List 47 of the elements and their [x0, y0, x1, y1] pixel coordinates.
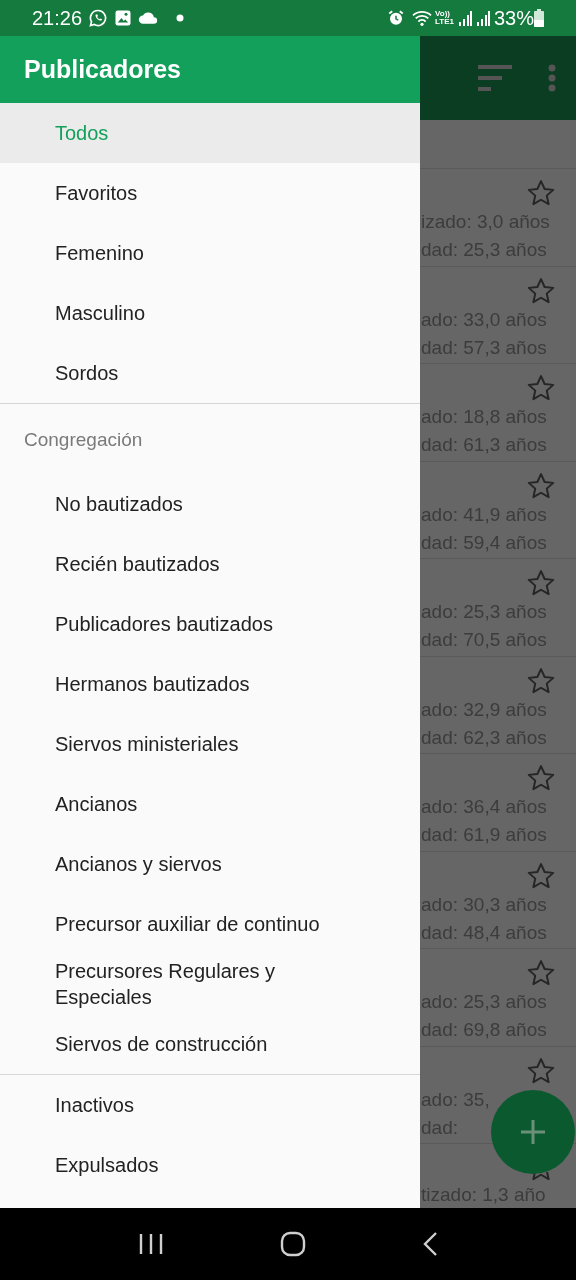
- star-icon[interactable]: [526, 665, 556, 696]
- plus-icon: [520, 1119, 546, 1145]
- recents-icon[interactable]: [138, 1232, 164, 1256]
- drawer-item[interactable]: Ancianos y siervos: [0, 834, 420, 894]
- sort-icon[interactable]: [476, 64, 514, 92]
- star-icon[interactable]: [526, 763, 556, 793]
- more-icon[interactable]: [548, 64, 556, 92]
- star-icon[interactable]: [526, 178, 556, 208]
- star-icon[interactable]: [526, 958, 556, 988]
- drawer-item[interactable]: Ancianos: [0, 774, 420, 834]
- star-icon[interactable]: [526, 470, 556, 501]
- home-icon[interactable]: [280, 1231, 306, 1257]
- image-icon: [114, 9, 133, 27]
- section-header: Congregación: [24, 428, 143, 453]
- back-icon[interactable]: [422, 1231, 438, 1257]
- drawer-item[interactable]: Siervos de construcción: [0, 1014, 420, 1074]
- drawer-item[interactable]: Favoritos: [0, 163, 420, 223]
- drawer-item[interactable]: Expulsados: [0, 1135, 420, 1195]
- star-icon[interactable]: [526, 275, 556, 306]
- battery-percent: 33%: [493, 6, 534, 31]
- star-icon[interactable]: [526, 1055, 556, 1086]
- dot-icon: [176, 14, 185, 22]
- star-icon[interactable]: [526, 568, 556, 598]
- battery-icon: [534, 9, 544, 27]
- wifi-icon: [411, 9, 433, 27]
- network-label: Vo)): [435, 10, 450, 18]
- drawer-item[interactable]: Precursores Regulares y Especiales: [0, 954, 420, 1014]
- drawer-item[interactable]: Siervos ministeriales: [0, 714, 420, 774]
- signal-icon: [457, 10, 472, 26]
- drawer-item[interactable]: Recién bautizados: [0, 534, 420, 594]
- drawer-item[interactable]: Sordos: [0, 343, 420, 403]
- drawer-item[interactable]: Inactivos: [0, 1075, 420, 1135]
- clock: 21:26: [32, 6, 83, 31]
- star-icon[interactable]: [526, 373, 556, 403]
- chat-icon: [88, 8, 109, 28]
- drawer-item[interactable]: No bautizados: [0, 474, 420, 534]
- network-label: LTE1: [435, 18, 454, 26]
- drawer-item[interactable]: Masculino: [0, 283, 420, 343]
- drawer-title: Publicadores: [24, 53, 181, 85]
- drawer-item[interactable]: Femenino: [0, 223, 420, 283]
- alarm-icon: [387, 9, 405, 27]
- star-icon[interactable]: [526, 860, 556, 891]
- signal-icon: [475, 10, 490, 26]
- drawer-item[interactable]: Hermanos bautizados: [0, 654, 420, 714]
- drawer-item[interactable]: Publicadores bautizados: [0, 594, 420, 654]
- drawer-item[interactable]: Precursor auxiliar de continuo: [0, 894, 420, 954]
- cloud-icon: [138, 11, 159, 25]
